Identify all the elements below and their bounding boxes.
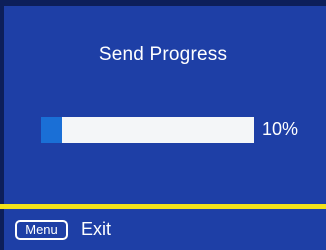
send-progress-screen: Send Progress 10% Menu Exit (0, 0, 326, 250)
progress-percent-label: 10% (262, 119, 299, 139)
footer-divider (0, 204, 326, 209)
progress-bar-fill (41, 117, 63, 143)
menu-key-button[interactable]: Menu (15, 220, 68, 240)
progress-bar (41, 117, 254, 143)
exit-label: Exit (81, 219, 112, 239)
left-border (0, 0, 4, 250)
dialog-title: Send Progress (98, 44, 228, 65)
top-border (0, 0, 326, 6)
